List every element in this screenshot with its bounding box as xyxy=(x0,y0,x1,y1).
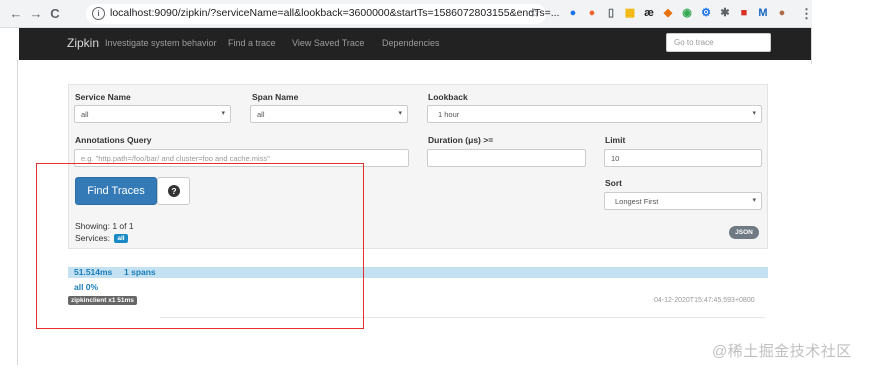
browser-menu-icon[interactable]: ⋮ xyxy=(800,6,813,22)
extension-2-icon[interactable]: ● xyxy=(586,7,598,19)
url-text[interactable]: localhost:9090/zipkin/?serviceName=all&l… xyxy=(110,7,559,19)
back-arrow-icon[interactable]: ← xyxy=(8,6,24,22)
extension-m-icon[interactable]: M xyxy=(757,7,769,19)
reload-icon[interactable]: C xyxy=(47,6,63,22)
bookmark-star-icon[interactable]: ☆ xyxy=(529,6,540,20)
trace-timestamp: 04-12-2020T15:47:45.593+0800 xyxy=(654,297,755,304)
forward-arrow-icon[interactable]: → xyxy=(28,6,44,22)
bookmark-icon[interactable]: ▯ xyxy=(605,7,617,19)
duration-label: Duration (μs) >= xyxy=(428,135,494,145)
page-border xyxy=(811,28,812,64)
duration-input[interactable] xyxy=(427,149,586,167)
extension-circle-icon[interactable]: ◉ xyxy=(681,7,693,19)
service-name-select[interactable]: all ▾ xyxy=(74,105,231,123)
watermark: @稀土掘金技术社区 xyxy=(712,343,852,360)
sort-label: Sort xyxy=(605,178,622,188)
address-bar[interactable]: i localhost:9090/zipkin/?serviceName=all… xyxy=(86,4,559,24)
extension-grid-icon[interactable]: ▦ xyxy=(624,7,636,19)
brand-tagline: Investigate system behavior xyxy=(105,38,217,48)
zipkin-navbar: Zipkin Investigate system behavior Find … xyxy=(19,28,812,60)
goto-trace-input[interactable]: Go to trace xyxy=(666,33,771,52)
extension-shield-icon[interactable]: ◆ xyxy=(662,7,674,19)
lookback-label: Lookback xyxy=(428,92,468,102)
service-name-label: Service Name xyxy=(75,92,131,102)
brand-logo[interactable]: Zipkin xyxy=(67,36,99,50)
extension-star-icon[interactable]: ✱ xyxy=(719,7,731,19)
annotations-query-label: Annotations Query xyxy=(75,135,152,145)
profile-avatar-icon[interactable]: ● xyxy=(776,7,788,19)
span-name-label: Span Name xyxy=(252,92,299,102)
nav-find-trace[interactable]: Find a trace xyxy=(228,38,276,48)
extension-settings-icon[interactable]: ⚙ xyxy=(700,7,712,19)
chevron-down-icon: ▾ xyxy=(221,110,225,117)
limit-label: Limit xyxy=(605,135,626,145)
chevron-down-icon: ▾ xyxy=(398,110,402,117)
info-icon[interactable]: i xyxy=(92,7,105,20)
lookback-select[interactable]: 1 hour ▾ xyxy=(427,105,762,123)
annotation-highlight-box xyxy=(36,163,364,329)
extension-ae-icon[interactable]: æ xyxy=(643,7,655,19)
limit-input[interactable]: 10 xyxy=(604,149,762,167)
extension-red-icon[interactable]: ■ xyxy=(738,7,750,19)
nav-dependencies[interactable]: Dependencies xyxy=(382,38,440,48)
span-name-select[interactable]: all ▾ xyxy=(250,105,408,123)
chevron-down-icon: ▾ xyxy=(752,197,756,204)
chevron-down-icon: ▾ xyxy=(752,110,756,117)
nav-view-saved-trace[interactable]: View Saved Trace xyxy=(292,38,364,48)
page-border xyxy=(17,60,18,365)
browser-toolbar: ← → C i localhost:9090/zipkin/?serviceNa… xyxy=(0,0,813,28)
json-button[interactable]: JSON xyxy=(729,226,759,239)
extension-1-icon[interactable]: ● xyxy=(567,7,579,19)
sort-select[interactable]: Longest First ▾ xyxy=(604,192,762,210)
